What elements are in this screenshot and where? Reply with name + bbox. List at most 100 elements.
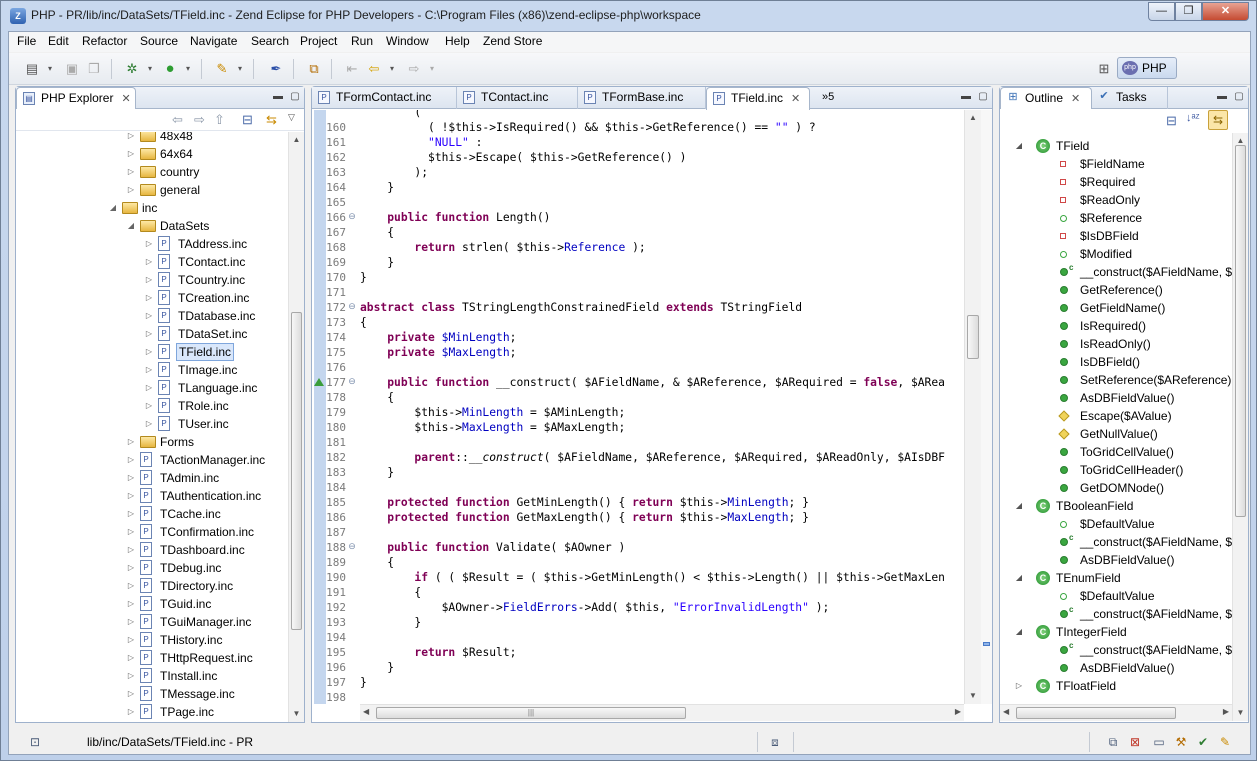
collapsed-arrow-icon[interactable]: ▷	[126, 559, 136, 577]
minimize-view-icon[interactable]: ▬	[272, 91, 284, 103]
outline-member-item[interactable]: $DefaultValue	[1000, 587, 1232, 605]
up-icon[interactable]: ⇧	[214, 112, 225, 128]
forward-icon[interactable]: ⇨	[194, 112, 205, 128]
console-icon[interactable]: ▭	[1151, 734, 1167, 750]
collapsed-arrow-icon[interactable]: ▷	[126, 433, 136, 451]
collapsed-arrow-icon[interactable]: ▷	[126, 523, 136, 541]
progress-icon[interactable]: ⧈	[767, 734, 783, 750]
collapsed-arrow-icon[interactable]: ▷	[144, 253, 154, 271]
run-icon[interactable]: ●	[161, 60, 179, 78]
code-line[interactable]: protected function GetMinLength() { retu…	[360, 495, 809, 510]
scroll-down-icon[interactable]: ▼	[965, 688, 981, 704]
outline-member-item[interactable]: IsReadOnly()	[1000, 335, 1232, 353]
code-line[interactable]: return strlen( $this->Reference );	[360, 240, 645, 255]
new-dropdown-icon[interactable]: ▾	[41, 60, 59, 78]
minimize-button[interactable]: —	[1148, 2, 1175, 21]
collapsed-arrow-icon[interactable]: ▷	[126, 541, 136, 559]
outline-member-item[interactable]: SetReference($AReference)	[1000, 371, 1232, 389]
debug-dropdown-icon[interactable]: ▾	[141, 60, 159, 78]
file-item[interactable]: ▷ P THttpRequest.inc	[16, 649, 288, 667]
back-icon[interactable]: ⇦	[172, 112, 183, 128]
folder-item[interactable]: ◢ inc	[16, 199, 288, 217]
code-line[interactable]: public function Length()	[360, 210, 550, 225]
browser-output-icon[interactable]: ✔	[1195, 734, 1211, 750]
sort-icon[interactable]: ↓ᵃᶻ	[1186, 112, 1200, 124]
menu-help[interactable]: Help	[445, 34, 470, 48]
back-dropdown-icon[interactable]: ▾	[383, 60, 401, 78]
outline-member-item[interactable]: AsDBFieldValue()	[1000, 659, 1232, 677]
fold-toggle-icon[interactable]: ⊖	[346, 376, 358, 387]
collapsed-arrow-icon[interactable]: ▷	[126, 505, 136, 523]
outline-member-item[interactable]: AsDBFieldValue()	[1000, 551, 1232, 569]
code-line[interactable]: }	[360, 660, 394, 675]
code-line[interactable]: parent::__construct( $AFieldName, $ARefe…	[360, 450, 945, 465]
more-tabs-button[interactable]: »5	[816, 87, 846, 109]
code-line[interactable]: "NULL" :	[360, 135, 482, 150]
folder-item[interactable]: ◢ DataSets	[16, 217, 288, 235]
fold-toggle-icon[interactable]: ⊖	[346, 301, 358, 312]
outline-class-item[interactable]: ▷ C TFloatField	[1000, 677, 1232, 695]
collapsed-arrow-icon[interactable]: ▷	[126, 703, 136, 721]
folder-item[interactable]: ▷ Forms	[16, 433, 288, 451]
file-item[interactable]: ▷ P TLanguage.inc	[16, 379, 288, 397]
outline-class-item[interactable]: ◢ C TIntegerField	[1000, 623, 1232, 641]
outline-member-item[interactable]: c __construct($AFieldName, $	[1000, 605, 1232, 623]
outline-member-item[interactable]: c __construct($AFieldName, $	[1000, 263, 1232, 281]
override-marker-icon[interactable]	[314, 378, 324, 386]
outline-member-item[interactable]: $Required	[1000, 173, 1232, 191]
menu-search[interactable]: Search	[251, 34, 289, 48]
editor-vertical-scrollbar[interactable]: ▲ ▼	[964, 110, 981, 704]
link-with-editor-icon[interactable]: ⇆	[266, 112, 277, 128]
file-item[interactable]: ▷ P TActionManager.inc	[16, 451, 288, 469]
outline-member-item[interactable]: c __construct($AFieldName, $	[1000, 641, 1232, 659]
collapsed-arrow-icon[interactable]: ▷	[126, 132, 136, 145]
scroll-down-icon[interactable]: ▼	[289, 706, 304, 722]
outline-member-item[interactable]: $DefaultValue	[1000, 515, 1232, 533]
outline-scrollbar[interactable]: ▲ ▼	[1232, 133, 1248, 721]
code-line[interactable]: abstract class TStringLengthConstrainedF…	[360, 300, 802, 315]
outline-member-item[interactable]: GetDOMNode()	[1000, 479, 1232, 497]
outline-member-item[interactable]: GetNullValue()	[1000, 425, 1232, 443]
scroll-thumb[interactable]	[291, 312, 302, 630]
toggle-mark-occurrences-icon[interactable]: ✒	[267, 60, 285, 78]
file-item[interactable]: ▷ P TDataSet.inc	[16, 325, 288, 343]
file-item[interactable]: ▷ P TDirectory.inc	[16, 577, 288, 595]
minimize-view-icon[interactable]: ▬	[960, 91, 972, 103]
scroll-right-icon[interactable]: ▶	[955, 707, 961, 716]
profile-dropdown-icon[interactable]: ▾	[231, 60, 249, 78]
code-line[interactable]: $this->Escape( $this->GetReference() )	[360, 150, 686, 165]
expanded-arrow-icon[interactable]: ◢	[1014, 569, 1024, 587]
file-item[interactable]: ▷ P TMessage.inc	[16, 685, 288, 703]
expanded-arrow-icon[interactable]: ◢	[108, 199, 118, 217]
file-item[interactable]: ▷ P TContact.inc	[16, 253, 288, 271]
folder-item[interactable]: ▷ 64x64	[16, 145, 288, 163]
file-item[interactable]: ▷ P TDatabase.inc	[16, 307, 288, 325]
code-line[interactable]: ( !$this->IsRequired() && $this->GetRefe…	[360, 120, 816, 135]
collapsed-arrow-icon[interactable]: ▷	[144, 271, 154, 289]
scroll-left-icon[interactable]: ◀	[363, 707, 369, 716]
debug-output-icon[interactable]: ⚒	[1173, 734, 1189, 750]
open-type-icon[interactable]: ⧉	[305, 60, 323, 78]
close-button[interactable]: ✕	[1202, 2, 1249, 21]
file-item[interactable]: ▷ P TUser.inc	[16, 415, 288, 433]
file-item[interactable]: ▷ P THistory.inc	[16, 631, 288, 649]
code-line[interactable]: }	[360, 270, 367, 285]
expanded-arrow-icon[interactable]: ◢	[1014, 137, 1024, 155]
code-line[interactable]: private $MinLength;	[360, 330, 516, 345]
maximize-button[interactable]: ❐	[1175, 2, 1202, 21]
outline-member-item[interactable]: $Modified	[1000, 245, 1232, 263]
file-item[interactable]: ▷ P TPage.inc	[16, 703, 288, 721]
collapsed-arrow-icon[interactable]: ▷	[126, 163, 136, 181]
expanded-arrow-icon[interactable]: ◢	[1014, 623, 1024, 641]
tab-outline[interactable]: ⊞ Outline ✕	[1000, 87, 1092, 110]
folder-item[interactable]: ▷ general	[16, 181, 288, 199]
outline-class-item[interactable]: ◢ C TEnumField	[1000, 569, 1232, 587]
file-item[interactable]: ▷ P TCache.inc	[16, 505, 288, 523]
fast-view-icon[interactable]: ⊡	[27, 734, 43, 750]
menu-window[interactable]: Window	[386, 34, 429, 48]
collapse-all-icon[interactable]: ⊟	[242, 112, 253, 128]
outline-class-item[interactable]: ◢ C TField	[1000, 137, 1232, 155]
tab-tformcontact[interactable]: P TFormContact.inc	[312, 87, 457, 109]
profile-icon[interactable]: ✎	[213, 60, 231, 78]
file-item[interactable]: ▷ P TGuid.inc	[16, 595, 288, 613]
